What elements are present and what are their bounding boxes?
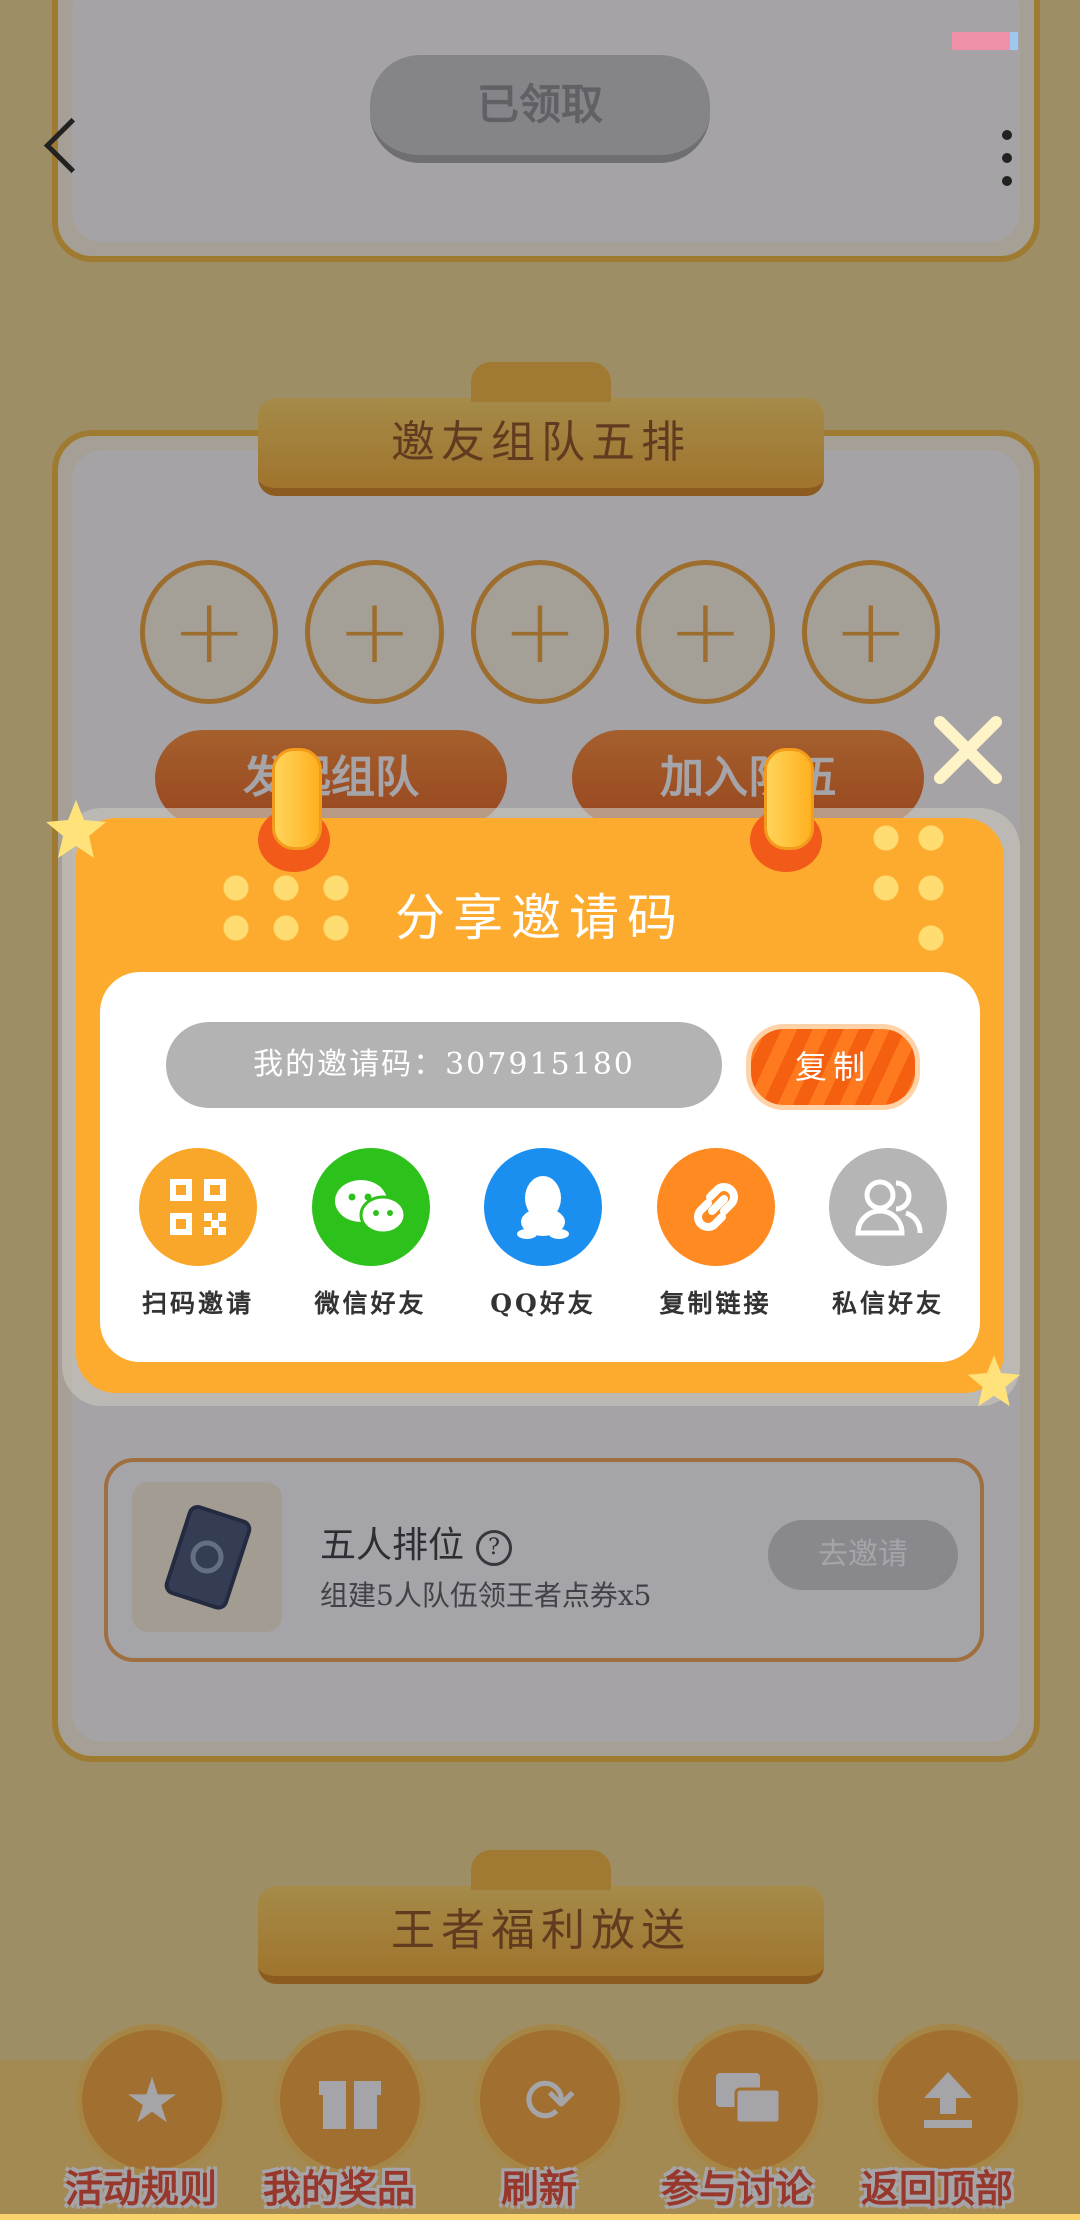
sparkle-star-icon: [46, 800, 106, 858]
invite-code-field: 我的邀请码：307915180: [166, 1022, 722, 1108]
copy-button[interactable]: 复制: [746, 1024, 920, 1110]
battery-icon: [952, 32, 1018, 50]
modal-title: 分享邀请码: [395, 889, 685, 947]
share-label: 扫码邀请: [141, 1289, 254, 1318]
share-copy-link[interactable]: 复制链接: [646, 1148, 786, 1320]
qq-icon: [484, 1148, 602, 1266]
share-qq[interactable]: QQ好友: [473, 1148, 613, 1320]
more-options-icon[interactable]: [1002, 130, 1012, 186]
share-label: 微信好友: [314, 1289, 427, 1318]
qrcode-icon: [139, 1148, 257, 1266]
modal-body: 我的邀请码：307915180 复制 扫码邀请 微信好友 QQ好友 复制链接 私…: [100, 972, 980, 1362]
wechat-icon: [311, 1148, 430, 1266]
close-icon[interactable]: [930, 712, 1006, 788]
link-icon: [656, 1148, 775, 1266]
share-private-message[interactable]: 私信好友: [818, 1148, 958, 1320]
share-qrcode[interactable]: 扫码邀请: [128, 1148, 268, 1320]
share-label: 私信好友: [831, 1289, 944, 1318]
share-options: 扫码邀请 微信好友 QQ好友 复制链接 私信好友: [128, 1148, 958, 1320]
hanger-peg-icon: [258, 748, 330, 872]
share-label: 复制链接: [659, 1289, 772, 1318]
share-label: QQ好友: [490, 1289, 596, 1318]
hanger-peg-icon: [750, 748, 822, 872]
top-bar: [0, 0, 1080, 200]
back-arrow-icon[interactable]: [43, 117, 100, 174]
share-invite-modal: 分享邀请码 我的邀请码：307915180 复制 扫码邀请 微信好友 QQ好友 …: [76, 818, 1004, 1393]
sparkle-star-icon: [967, 1355, 1021, 1407]
friends-icon: [829, 1148, 947, 1266]
share-wechat[interactable]: 微信好友: [301, 1148, 441, 1320]
